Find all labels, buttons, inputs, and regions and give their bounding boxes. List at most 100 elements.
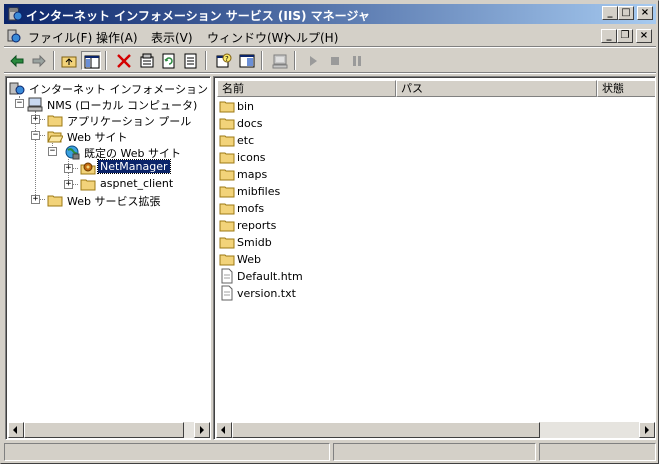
column-header-status[interactable]: 状態 <box>597 80 655 97</box>
iis-root-icon <box>9 82 25 95</box>
folder-icon <box>219 237 235 249</box>
show-tree-button[interactable] <box>81 51 101 70</box>
list-item-name: icons <box>237 151 266 164</box>
column-header-name[interactable]: 名前 <box>217 80 396 97</box>
list-item-name: reports <box>237 219 277 232</box>
list-item-name: bin <box>237 100 255 113</box>
mdi-close-button[interactable]: × <box>636 29 652 43</box>
stop-button[interactable] <box>325 51 345 70</box>
toolbar-separator <box>53 51 55 70</box>
mdi-minimize-button[interactable]: _ <box>601 29 617 43</box>
list-item-name: Web <box>237 253 261 266</box>
tree-label: インターネット インフォメーション サービス <box>29 83 210 96</box>
menu-bar: ファイル(F) 操作(A) 表示(V) ウィンドウ(W) ヘルプ(H) _ ❐ … <box>4 26 656 46</box>
iis-manager-window: インターネット インフォメーション サービス (IIS) マネージャ _ □ ×… <box>0 0 659 464</box>
column-header-path[interactable]: パス <box>396 80 597 97</box>
maximize-button[interactable]: □ <box>618 6 634 20</box>
delete-button[interactable] <box>114 51 134 70</box>
collapse-icon[interactable]: − <box>31 131 40 140</box>
forward-button[interactable] <box>29 51 49 70</box>
refresh-button[interactable] <box>159 51 179 70</box>
console-button[interactable] <box>237 51 257 70</box>
expand-icon[interactable]: + <box>64 164 73 173</box>
list-item-name: mofs <box>237 202 265 215</box>
computer-icon <box>272 54 288 69</box>
expand-icon[interactable]: + <box>31 115 40 124</box>
pause-icon <box>353 56 361 66</box>
collapse-icon[interactable]: − <box>15 99 24 108</box>
menu-help[interactable]: ヘルプ(H) <box>284 29 338 46</box>
list-item-name: mibfiles <box>237 185 281 198</box>
list-pane[interactable]: 名前 パス 状態 bin docs etc icons maps mibfiles mofs… <box>213 76 656 440</box>
folder-icon <box>219 186 235 198</box>
scroll-right-button[interactable] <box>639 422 655 438</box>
folder-icon <box>219 254 235 266</box>
minimize-button[interactable]: _ <box>602 6 618 20</box>
arrow-right-icon <box>200 426 204 434</box>
export-list-button[interactable] <box>181 51 201 70</box>
scroll-left-button[interactable] <box>8 422 24 438</box>
back-button[interactable] <box>7 51 27 70</box>
title-bar[interactable]: インターネット インフォメーション サービス (IIS) マネージャ _ □ × <box>4 4 656 24</box>
delete-icon <box>117 54 131 68</box>
toolbar-separator <box>105 51 107 70</box>
folder-icon <box>219 152 235 164</box>
tree-horizontal-scrollbar[interactable] <box>8 422 210 438</box>
scroll-left-button[interactable] <box>216 422 232 438</box>
folder-icon <box>47 115 63 127</box>
computer-icon <box>27 97 43 112</box>
tree-label: Web サービス拡張 <box>67 195 161 208</box>
tree-label: NMS (ローカル コンピュータ) <box>47 99 198 112</box>
start-button[interactable] <box>303 51 323 70</box>
virtual-directory-icon <box>80 162 96 175</box>
menu-window[interactable]: ウィンドウ(W) <box>207 29 288 46</box>
computer-button[interactable] <box>270 51 290 70</box>
start-icon <box>310 56 317 66</box>
scroll-thumb[interactable] <box>24 422 184 438</box>
scroll-right-button[interactable] <box>194 422 210 438</box>
list-header: 名前 パス 状態 <box>217 80 655 97</box>
mmc-doc-icon[interactable] <box>6 28 22 44</box>
folder-icon <box>80 179 96 191</box>
toolbar-separator <box>205 51 207 70</box>
list-horizontal-scrollbar[interactable] <box>216 422 655 438</box>
status-cell-3 <box>539 443 656 461</box>
export-list-icon <box>184 53 197 69</box>
toolbar-separator <box>261 51 263 70</box>
up-folder-icon <box>61 56 77 68</box>
status-bar <box>4 441 656 461</box>
collapse-icon[interactable]: − <box>48 147 57 156</box>
folder-icon <box>47 195 63 207</box>
menu-file[interactable]: ファイル(F) <box>28 29 92 46</box>
pause-button[interactable] <box>347 51 367 70</box>
folder-icon <box>219 220 235 232</box>
mdi-restore-button[interactable]: ❐ <box>617 29 633 43</box>
properties-icon <box>140 53 154 68</box>
expand-icon[interactable]: + <box>31 195 40 204</box>
folder-icon <box>219 118 235 130</box>
help-button[interactable]: ? <box>214 51 234 70</box>
tree-label: アプリケーション プール <box>67 115 192 128</box>
menu-view[interactable]: 表示(V) <box>151 29 193 46</box>
status-cell-2 <box>333 443 536 461</box>
tree-label: 既定の Web サイト <box>84 147 181 160</box>
tree-pane[interactable]: インターネット インフォメーション サービス − NMS (ローカル コンピュー… <box>5 76 211 440</box>
expand-icon[interactable]: + <box>64 180 73 189</box>
properties-button[interactable] <box>137 51 157 70</box>
arrow-left-icon <box>13 426 17 434</box>
list-item-name: docs <box>237 117 263 130</box>
folder-icon <box>219 169 235 181</box>
arrow-left-icon <box>221 426 225 434</box>
folder-icon <box>219 135 235 147</box>
refresh-icon <box>162 53 175 69</box>
up-folder-button[interactable] <box>59 51 79 70</box>
file-icon <box>221 285 233 301</box>
list-item-name: maps <box>237 168 268 181</box>
svg-text:?: ? <box>225 55 229 63</box>
iis-app-icon <box>8 7 23 21</box>
close-button[interactable]: × <box>637 6 653 20</box>
scroll-thumb[interactable] <box>232 422 540 438</box>
menu-action[interactable]: 操作(A) <box>96 29 138 46</box>
help-icon: ? <box>216 53 232 68</box>
tree-label: NetManager <box>97 159 171 174</box>
